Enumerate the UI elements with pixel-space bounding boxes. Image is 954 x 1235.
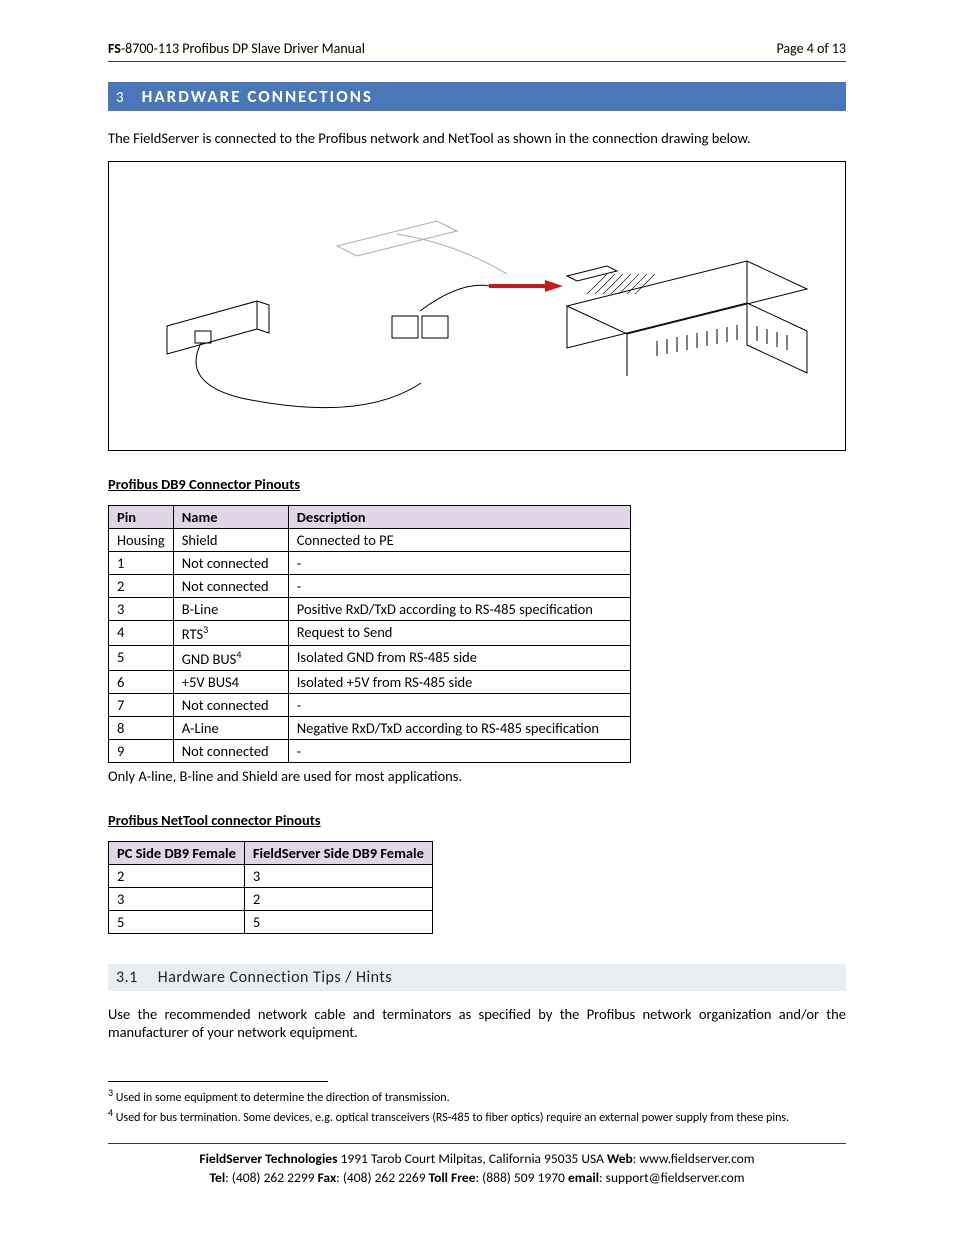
cell-pin: 3 — [109, 598, 174, 621]
cell-pin: Housing — [109, 529, 174, 552]
footer-web: : www.fieldserver.com — [633, 1150, 755, 1167]
table-row: 23 — [109, 864, 433, 887]
doc-title: FS-8700-113 Profibus DP Slave Driver Man… — [108, 40, 365, 57]
footnote-3-marker: 3 — [108, 1086, 113, 1099]
footer-web-label: Web — [607, 1150, 633, 1167]
page-footer: FieldServer Technologies 1991 Tarob Cour… — [108, 1150, 846, 1188]
cell-name: B-Line — [173, 598, 288, 621]
cell-desc: - — [288, 552, 630, 575]
nettool-pinout-table: PC Side DB9 Female FieldServer Side DB9 … — [108, 841, 433, 934]
cell-desc: Negative RxD/TxD according to RS-485 spe… — [288, 716, 630, 739]
table-row: 3B-LinePositive RxD/TxD according to RS-… — [109, 598, 631, 621]
cell-pin: 7 — [109, 693, 174, 716]
diagram-svg — [137, 176, 817, 436]
db9-note: Only A-line, B-line and Shield are used … — [108, 767, 846, 785]
intro-text: The FieldServer is connected to the Prof… — [108, 129, 846, 147]
nettool-subheading: Profibus NetTool connector Pinouts — [108, 811, 846, 829]
col-name: Name — [173, 506, 288, 529]
footnotes-rule — [108, 1081, 328, 1082]
cell-name: GND BUS4 — [173, 645, 288, 670]
subsection-number: 3.1 — [116, 968, 138, 987]
cell-pin: 1 — [109, 552, 174, 575]
table-row: 32 — [109, 887, 433, 910]
footer-tollfree-label: Toll Free — [429, 1169, 476, 1186]
col-desc: Description — [288, 506, 630, 529]
db9-pinout-table: Pin Name Description HousingShieldConnec… — [108, 505, 631, 763]
subsection-title: Hardware Connection Tips / Hints — [158, 968, 392, 987]
table-row: 55 — [109, 910, 433, 933]
footer-tollfree: : (888) 509 1970 — [476, 1169, 568, 1186]
footer-rule — [108, 1143, 846, 1144]
cell-name: +5V BUS4 — [173, 670, 288, 693]
cell-desc: - — [288, 739, 630, 762]
table-row: 4RTS3Request to Send — [109, 621, 631, 646]
section-number: 3 — [116, 89, 124, 107]
footer-email: : support@fieldserver.com — [599, 1169, 744, 1186]
footer-tel-label: Tel — [210, 1169, 226, 1186]
footnote-4: 4 Used for bus termination. Some devices… — [108, 1106, 846, 1127]
footnote-3: 3 Used in some equipment to determine th… — [108, 1086, 846, 1107]
cell-pin: 2 — [109, 575, 174, 598]
tips-paragraph: Use the recommended network cable and te… — [108, 1005, 846, 1041]
doc-title-text: -8700-113 Profibus DP Slave Driver Manua… — [121, 40, 365, 57]
cell-pc-side: 5 — [109, 910, 245, 933]
cell-name: Not connected — [173, 552, 288, 575]
subsection-heading: 3.1 Hardware Connection Tips / Hints — [108, 964, 846, 991]
cell-desc: Positive RxD/TxD according to RS-485 spe… — [288, 598, 630, 621]
footer-fax: : (408) 262 2269 — [336, 1169, 428, 1186]
footnote-4-marker: 4 — [108, 1106, 113, 1119]
cell-pin: 8 — [109, 716, 174, 739]
connection-diagram — [108, 161, 846, 451]
cell-pin: 5 — [109, 645, 174, 670]
footnote-3-text: Used in some equipment to determine the … — [116, 1091, 450, 1105]
cell-pc-side: 3 — [109, 887, 245, 910]
footer-fax-label: Fax — [318, 1169, 337, 1186]
footer-company: FieldServer Technologies — [199, 1150, 337, 1167]
table-header-row: PC Side DB9 Female FieldServer Side DB9 … — [109, 841, 433, 864]
db9-subheading: Profibus DB9 Connector Pinouts — [108, 475, 846, 493]
cell-desc: - — [288, 693, 630, 716]
fs-prefix: FS — [108, 40, 121, 57]
cell-pc-side: 2 — [109, 864, 245, 887]
table-row: 7Not connected- — [109, 693, 631, 716]
cell-pin: 6 — [109, 670, 174, 693]
footer-address: 1991 Tarob Court Milpitas, California 95… — [337, 1150, 607, 1167]
cell-desc: Connected to PE — [288, 529, 630, 552]
table-row: 8A-LineNegative RxD/TxD according to RS-… — [109, 716, 631, 739]
cell-name: Shield — [173, 529, 288, 552]
page-number: Page 4 of 13 — [776, 40, 846, 57]
table-header-row: Pin Name Description — [109, 506, 631, 529]
cell-desc: - — [288, 575, 630, 598]
cell-name: Not connected — [173, 739, 288, 762]
cell-desc: Isolated +5V from RS-485 side — [288, 670, 630, 693]
cell-name: RTS3 — [173, 621, 288, 646]
cell-fs-side: 3 — [244, 864, 432, 887]
table-row: 5GND BUS4Isolated GND from RS-485 side — [109, 645, 631, 670]
section-heading: 3 HARDWARE CONNECTIONS — [108, 82, 846, 111]
cell-name: Not connected — [173, 693, 288, 716]
cell-fs-side: 5 — [244, 910, 432, 933]
cell-pin: 4 — [109, 621, 174, 646]
page-header: FS-8700-113 Profibus DP Slave Driver Man… — [108, 40, 846, 62]
cell-desc: Request to Send — [288, 621, 630, 646]
cell-desc: Isolated GND from RS-485 side — [288, 645, 630, 670]
cell-pin: 9 — [109, 739, 174, 762]
cell-fs-side: 2 — [244, 887, 432, 910]
footer-tel: : (408) 262 2299 — [225, 1169, 317, 1186]
section-title: HARDWARE CONNECTIONS — [142, 86, 373, 107]
col-pc-side: PC Side DB9 Female — [109, 841, 245, 864]
footnote-4-text: Used for bus termination. Some devices, … — [116, 1111, 789, 1125]
col-fs-side: FieldServer Side DB9 Female — [244, 841, 432, 864]
col-pin: Pin — [109, 506, 174, 529]
table-row: 9Not connected- — [109, 739, 631, 762]
footer-email-label: email — [568, 1169, 599, 1186]
table-row: HousingShieldConnected to PE — [109, 529, 631, 552]
table-row: 2Not connected- — [109, 575, 631, 598]
cell-name: Not connected — [173, 575, 288, 598]
table-row: 1Not connected- — [109, 552, 631, 575]
cell-name: A-Line — [173, 716, 288, 739]
table-row: 6+5V BUS4Isolated +5V from RS-485 side — [109, 670, 631, 693]
